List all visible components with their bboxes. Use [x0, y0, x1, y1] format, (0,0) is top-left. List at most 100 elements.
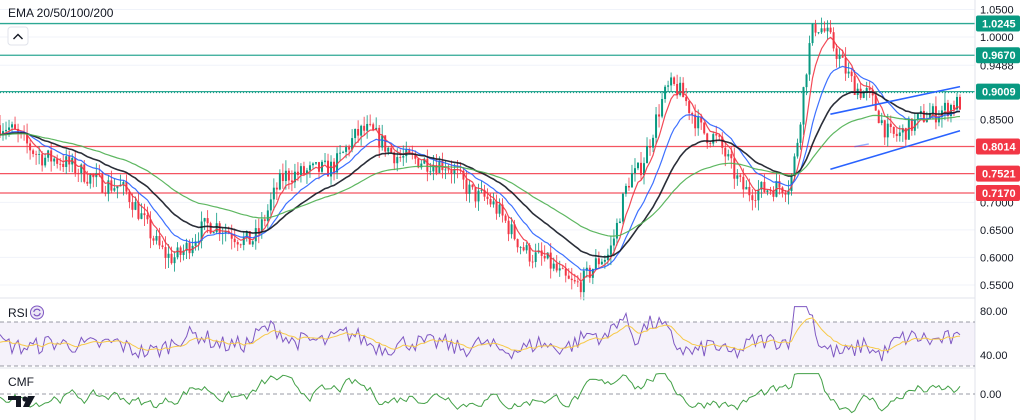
candle-body	[492, 201, 495, 205]
candle-body	[715, 134, 718, 136]
candle-body	[89, 174, 92, 184]
candle-body	[77, 172, 80, 174]
candle-body	[188, 242, 191, 254]
candle-body	[627, 185, 630, 188]
candle-body	[522, 247, 525, 251]
candle-body	[516, 239, 519, 248]
candle-body	[372, 124, 375, 130]
candle-body	[155, 235, 158, 241]
candle-body	[381, 135, 384, 148]
price-tick-label: 0.8500	[980, 115, 1014, 127]
candle-body	[618, 221, 621, 223]
candle-body	[296, 171, 299, 175]
candle-body	[757, 189, 760, 201]
price-tick-label: 0.6000	[980, 252, 1014, 264]
candle-body	[531, 261, 534, 263]
candle-body	[378, 127, 381, 148]
candle-body	[62, 163, 65, 167]
candle-body	[317, 162, 320, 172]
candle-body	[59, 163, 62, 165]
candle-body	[763, 181, 766, 192]
candle-body	[561, 268, 564, 270]
rsi-legend[interactable]: RSI	[8, 305, 44, 320]
candle-body	[730, 154, 733, 159]
candle-body	[649, 146, 652, 148]
candle-body	[600, 261, 603, 265]
sync-icon[interactable]	[30, 305, 44, 320]
candle-body	[640, 162, 643, 176]
candle-body	[567, 275, 570, 279]
candle-body	[886, 123, 889, 138]
level-tag-label: 0.7170	[982, 188, 1016, 200]
candle-body	[14, 124, 17, 129]
candle-body	[636, 162, 639, 169]
candle-body	[519, 247, 522, 248]
candle-body	[465, 179, 468, 194]
candle-body	[489, 198, 492, 205]
candle-body	[339, 152, 342, 154]
candle-body	[652, 137, 655, 148]
candle-body	[820, 28, 823, 33]
candle-body	[814, 23, 817, 33]
candle-body	[667, 85, 670, 87]
candle-body	[29, 143, 32, 151]
candle-body	[784, 193, 787, 195]
candle-body	[86, 181, 89, 184]
candle-body	[342, 151, 345, 153]
candle-body	[134, 201, 137, 210]
level-tag-label: 0.8014	[982, 141, 1017, 153]
candle-body	[83, 164, 86, 182]
candle-body	[212, 232, 215, 234]
candle-body	[850, 71, 853, 77]
candle-body	[390, 147, 393, 153]
candle-body	[302, 166, 305, 175]
candle-body	[877, 110, 880, 124]
candle-body	[152, 238, 155, 241]
candle-body	[38, 154, 41, 155]
candle-body	[727, 154, 730, 157]
indicator-title[interactable]: EMA 20/50/100/200	[8, 6, 114, 20]
candle-body	[931, 106, 934, 114]
candle-body	[161, 245, 164, 248]
price-tick-label: 1.0500	[980, 5, 1014, 17]
candle-body	[68, 156, 71, 165]
candle-body	[724, 147, 727, 157]
candle-body	[736, 175, 739, 179]
candle-body	[655, 114, 658, 138]
candle-body	[661, 98, 664, 117]
candle-body	[131, 202, 134, 210]
candle-body	[904, 128, 907, 140]
candle-body	[754, 200, 757, 201]
candle-body	[203, 218, 206, 222]
candle-body	[164, 247, 167, 258]
rsi-title: RSI	[8, 306, 28, 320]
candle-body	[576, 281, 579, 283]
candle-body	[558, 268, 561, 271]
candle-body	[543, 255, 546, 259]
candle-body	[348, 147, 351, 150]
collapse-button[interactable]	[7, 26, 29, 46]
candle-body	[679, 82, 682, 96]
rsi-tick-label: 40.00	[980, 350, 1008, 362]
candle-body	[582, 270, 585, 293]
candle-body	[471, 184, 474, 188]
candle-body	[712, 134, 715, 144]
trading-chart[interactable]: 1.05001.00000.94880.85000.70000.65000.60…	[0, 0, 1024, 420]
candle-body	[895, 133, 898, 137]
level-tag-label: 0.9670	[982, 50, 1016, 62]
candle-body	[826, 27, 829, 32]
candle-body	[549, 252, 552, 269]
candle-body	[766, 190, 769, 192]
candle-body	[609, 245, 612, 255]
candle-body	[263, 219, 266, 221]
candle-body	[287, 170, 290, 181]
candle-body	[363, 125, 366, 131]
candle-body	[621, 193, 624, 222]
candle-body	[504, 215, 507, 221]
candle-body	[35, 153, 38, 155]
candle-body	[345, 147, 348, 152]
candle-body	[892, 127, 895, 134]
candle-body	[281, 173, 284, 182]
candle-body	[880, 120, 883, 124]
candle-body	[703, 122, 706, 134]
